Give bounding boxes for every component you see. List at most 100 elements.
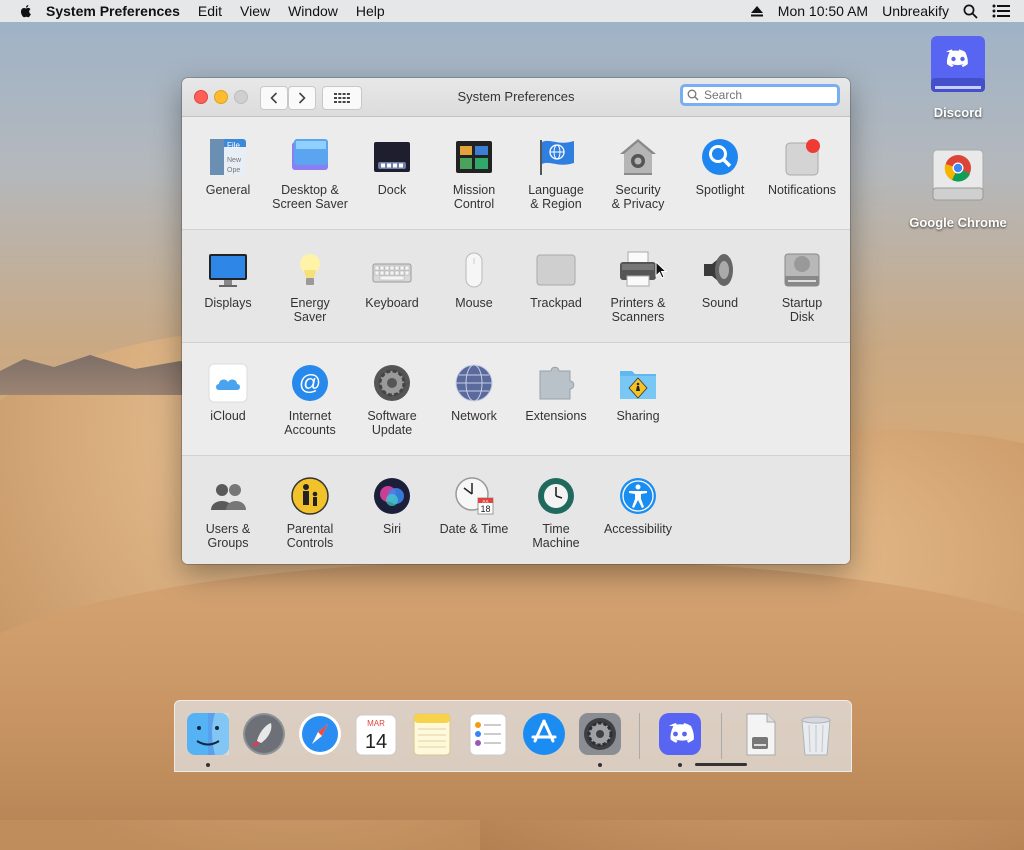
title-bar[interactable]: System Preferences	[182, 78, 850, 117]
app-store-icon	[523, 713, 565, 755]
pane-energy-saver[interactable]: Energy Saver	[269, 250, 351, 324]
dock-divider	[639, 713, 640, 759]
control-center-icon[interactable]	[992, 4, 1010, 18]
discord-drive-icon	[931, 36, 985, 92]
running-indicator	[678, 763, 682, 767]
pane-label: Mouse	[455, 296, 493, 310]
pane-label: Desktop & Screen Saver	[272, 183, 348, 211]
pane-label: Extensions	[525, 409, 587, 423]
pane-displays[interactable]: Displays	[187, 250, 269, 310]
dock-item-app-store[interactable]	[521, 711, 567, 757]
pane-keyboard[interactable]: Keyboard	[351, 250, 433, 310]
dock-item-finder[interactable]	[185, 711, 231, 757]
flag-globe-icon	[540, 140, 574, 175]
menu-window[interactable]: Window	[288, 3, 338, 19]
dock-item-discord[interactable]	[657, 711, 703, 757]
search-input[interactable]	[702, 87, 836, 103]
house-lock-icon	[620, 139, 656, 175]
pane-label: Software Update	[367, 409, 417, 437]
dock-item-calendar[interactable]: MAR 14	[353, 711, 399, 757]
finder-icon	[187, 713, 229, 755]
pane-label: Printers & Scanners	[610, 296, 666, 324]
pane-security-privacy[interactable]: Security & Privacy	[597, 137, 679, 211]
general-icon-file-text: File	[227, 141, 240, 150]
dock-item-system-preferences[interactable]	[577, 711, 623, 757]
pane-sound[interactable]: Sound	[679, 250, 761, 310]
desktop-icon-google-chrome[interactable]: Google Chrome	[908, 144, 1008, 230]
dock-item-safari[interactable]	[297, 711, 343, 757]
printer-icon	[620, 251, 656, 287]
pane-label: Displays	[204, 296, 252, 310]
pane-desktop-screen-saver[interactable]: Desktop & Screen Saver	[269, 137, 351, 211]
pane-label: Mission Control	[452, 183, 496, 211]
desktop-icon-discord[interactable]: Discord	[908, 34, 1008, 120]
spotlight-search-icon[interactable]	[963, 4, 978, 19]
pane-label: Siri	[382, 522, 402, 536]
calendar-icon: MAR 14	[355, 714, 397, 756]
at-sign-icon: @	[292, 365, 328, 401]
dock-scroll-indicator	[695, 763, 747, 766]
desktop-screen-saver-icon	[292, 139, 328, 170]
pane-siri[interactable]: Siri	[351, 476, 433, 536]
menu-clock[interactable]: Mon 10:50 AM	[778, 3, 868, 19]
pane-label: Date & Time	[439, 522, 509, 536]
dock-item-notes[interactable]	[409, 711, 455, 757]
pane-users-groups[interactable]: Users & Groups	[187, 476, 269, 550]
pane-notifications[interactable]: Notifications	[761, 137, 843, 197]
dock-item-trash[interactable]	[793, 711, 839, 757]
dock: MAR 14	[174, 700, 852, 772]
desktop-icon-label: Google Chrome	[909, 215, 1007, 230]
pane-internet-accounts[interactable]: @ Internet Accounts	[269, 363, 351, 437]
menu-view[interactable]: View	[240, 3, 270, 19]
eject-icon[interactable]	[750, 5, 764, 17]
dock-item-reminders[interactable]	[465, 711, 511, 757]
pane-dock[interactable]: Dock	[351, 137, 433, 197]
pane-mission-control[interactable]: Mission Control	[433, 137, 515, 211]
pane-time-machine[interactable]: Time Machine	[515, 476, 597, 550]
svg-text:@: @	[299, 370, 321, 395]
document-stack-icon	[746, 713, 776, 756]
mouse-cursor-icon	[655, 261, 667, 279]
pane-spotlight[interactable]: Spotlight	[679, 137, 761, 197]
running-indicator	[206, 763, 210, 767]
pane-trackpad[interactable]: Trackpad	[515, 250, 597, 310]
pane-mouse[interactable]: Mouse	[433, 250, 515, 310]
menu-bar: System Preferences Edit View Window Help…	[0, 0, 1024, 22]
globe-icon	[455, 364, 493, 402]
dock-item-launchpad[interactable]	[241, 711, 287, 757]
notes-icon	[413, 713, 451, 756]
trash-icon	[801, 716, 831, 756]
pane-date-time[interactable]: JUL 18 Date & Time	[433, 476, 515, 536]
pane-label: Spotlight	[695, 183, 745, 197]
pane-label: Users & Groups	[205, 522, 251, 550]
mouse-icon	[465, 252, 483, 288]
search-field[interactable]	[680, 84, 840, 106]
pane-language-region[interactable]: Language & Region	[515, 137, 597, 211]
pane-label: Dock	[377, 183, 407, 197]
pane-startup-disk[interactable]: Startup Disk	[761, 250, 843, 324]
hard-drive-icon	[784, 253, 820, 287]
system-preferences-window: System Preferences File New Ope General …	[182, 78, 850, 564]
general-icon-new-text: New	[227, 157, 242, 164]
dock-item-downloads[interactable]	[737, 711, 783, 757]
pane-software-update[interactable]: Software Update	[351, 363, 433, 437]
dock-icon	[374, 142, 410, 172]
running-indicator	[598, 763, 602, 767]
pane-general[interactable]: File New Ope General	[187, 137, 269, 197]
apple-menu-icon[interactable]	[18, 3, 34, 19]
menu-edit[interactable]: Edit	[198, 3, 222, 19]
menu-help[interactable]: Help	[356, 3, 385, 19]
menu-extra-app[interactable]: Unbreakify	[882, 3, 949, 19]
pane-section-hardware: Displays Energy Saver Keyboard Mouse Tra…	[182, 230, 850, 343]
reminders-icon	[469, 713, 507, 756]
pane-sharing[interactable]: Sharing	[597, 363, 679, 423]
pane-parental-controls[interactable]: Parental Controls	[269, 476, 351, 550]
pane-accessibility[interactable]: Accessibility	[597, 476, 679, 536]
pane-label: Time Machine	[532, 522, 580, 550]
monitor-icon	[209, 254, 247, 287]
pane-icloud[interactable]: iCloud	[187, 363, 269, 423]
pane-network[interactable]: Network	[433, 363, 515, 423]
pane-extensions[interactable]: Extensions	[515, 363, 597, 423]
sharing-folder-icon	[620, 371, 656, 399]
menu-app-name[interactable]: System Preferences	[46, 3, 180, 19]
